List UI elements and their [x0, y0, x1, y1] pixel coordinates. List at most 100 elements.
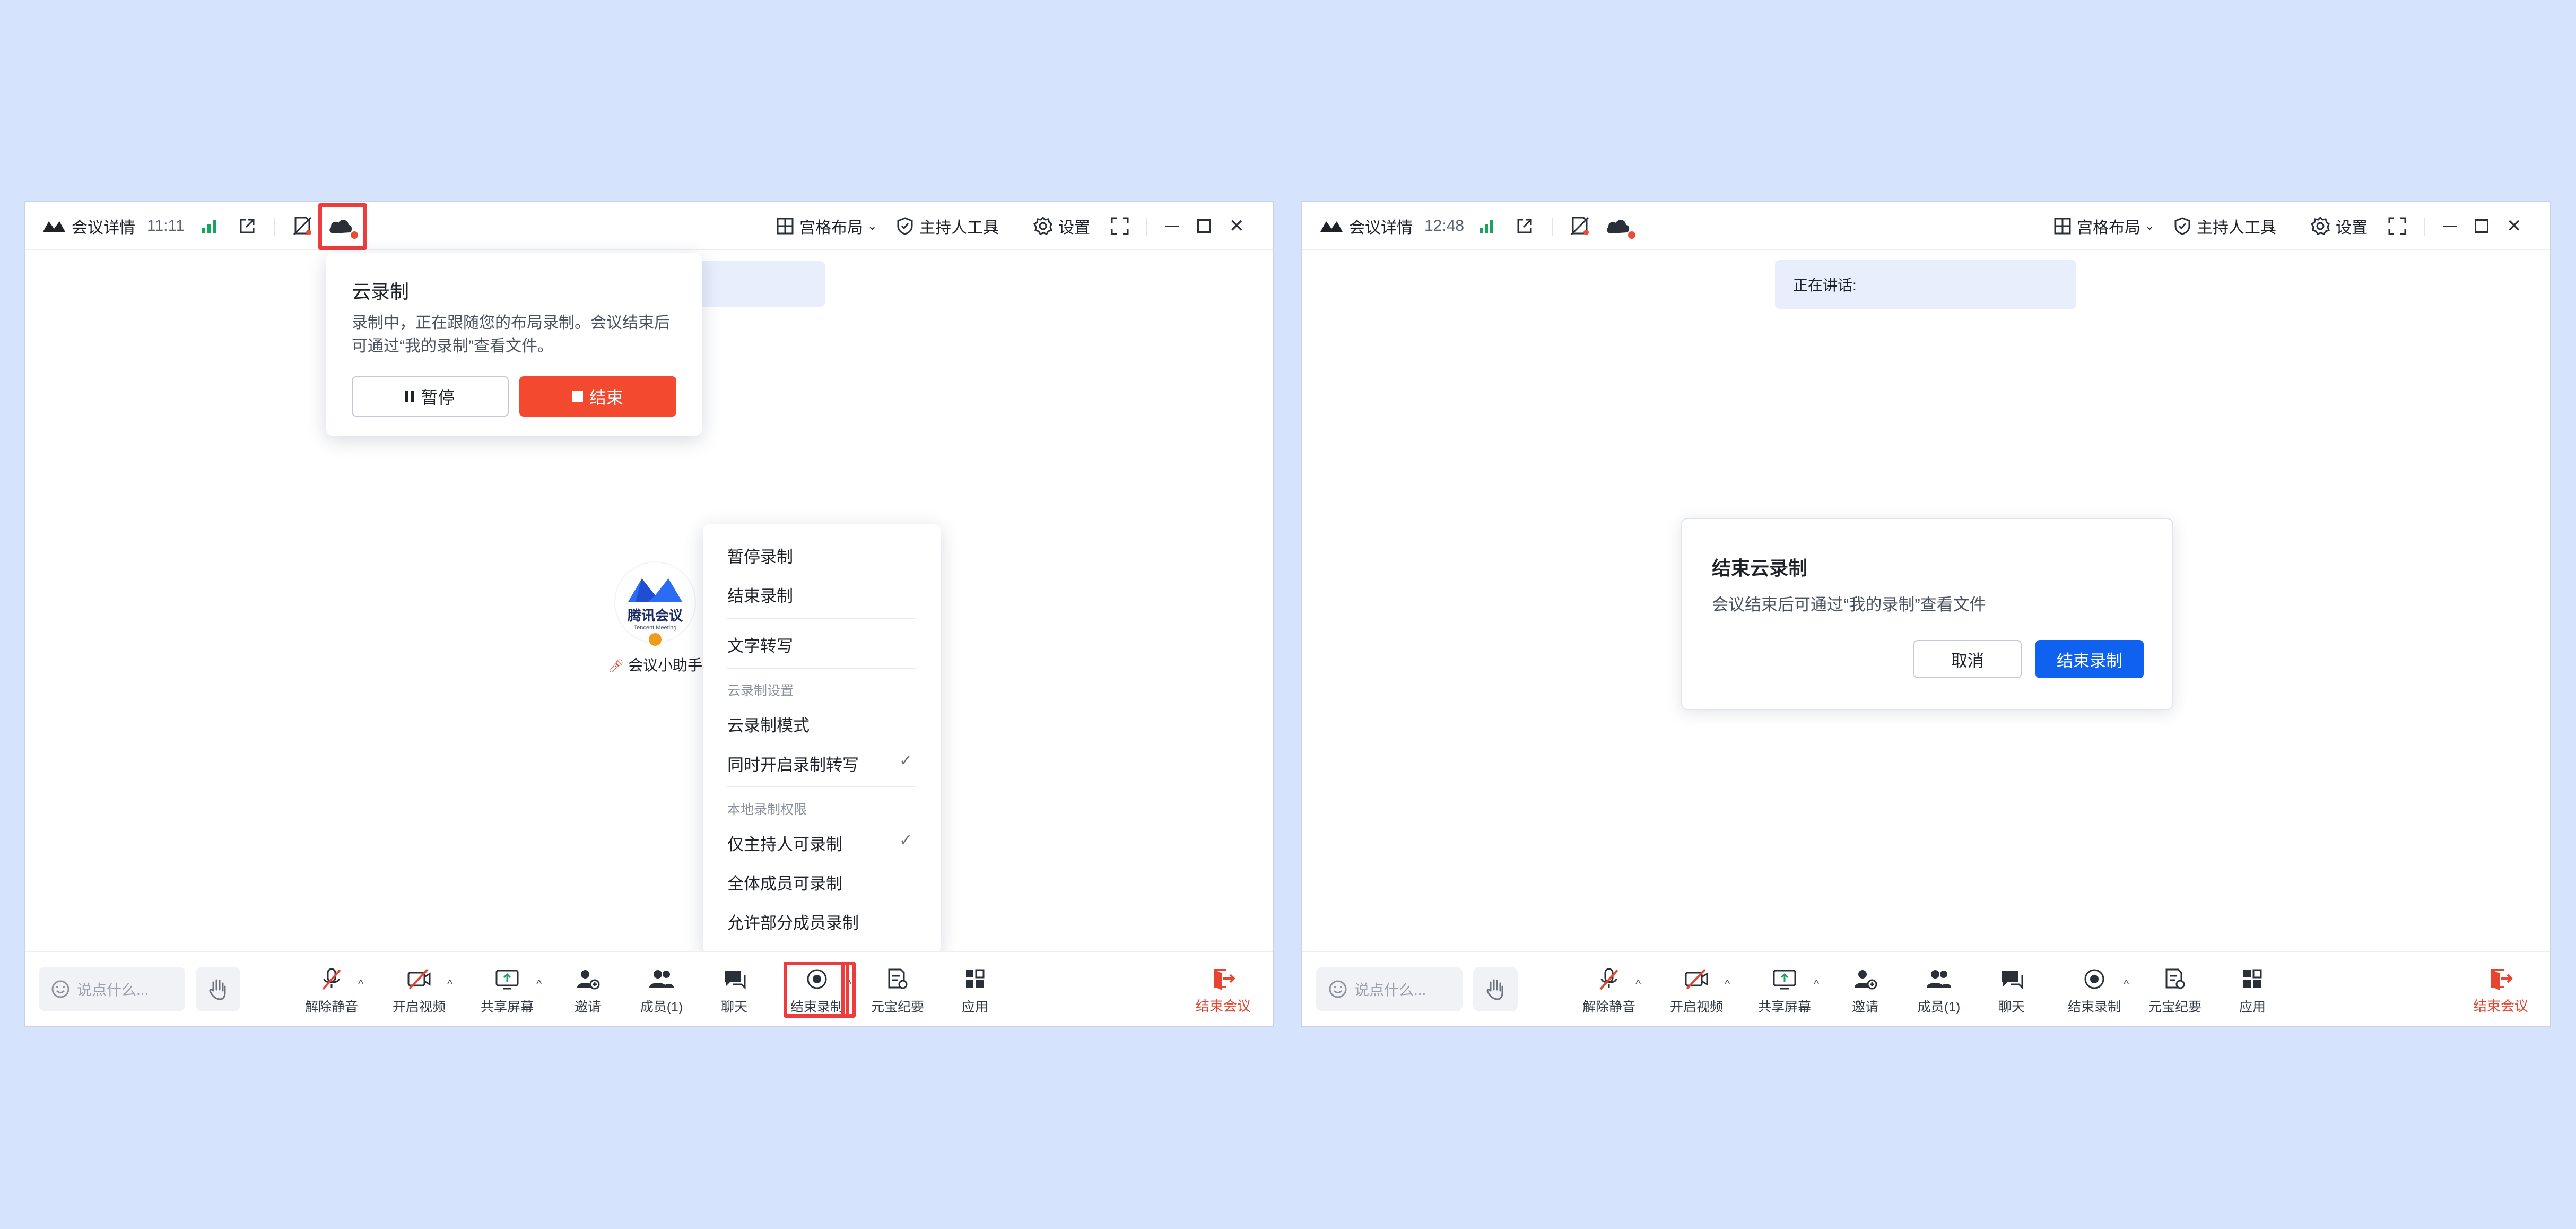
- grid-layout-icon: [2053, 202, 2072, 250]
- end-meeting-button[interactable]: 结束会议: [2461, 966, 2540, 1015]
- cloud-recording-highlight: [318, 203, 367, 250]
- close-icon[interactable]: ✕: [2507, 202, 2522, 250]
- chevron-down-icon: ⌄: [2267, 219, 2277, 232]
- cancel-button[interactable]: 取消: [1913, 640, 2022, 678]
- members-icon: [649, 970, 674, 988]
- apps-button[interactable]: 应用: [2213, 966, 2292, 1019]
- share-screen-icon: [1773, 970, 1796, 990]
- end-recording-button[interactable]: 结束录制: [2055, 966, 2134, 1019]
- raise-hand-button[interactable]: [196, 967, 240, 1011]
- chevron-up-icon[interactable]: ^: [358, 977, 363, 991]
- mic-muted-icon: 🎤︎: [607, 659, 624, 673]
- chevron-up-icon[interactable]: ^: [2124, 977, 2129, 991]
- raise-hand-button[interactable]: [1473, 967, 1518, 1011]
- meeting-window-right: 会议详情 12:48 宫格布局 ⌄ 主持人工具 ⌄ 设置 ✕ 正在讲话: 结束云…: [1301, 201, 2551, 1027]
- layout-dropdown[interactable]: 宫格布局: [799, 202, 863, 250]
- menu-allow-some[interactable]: 允许部分成员录制: [727, 910, 859, 933]
- end-recording-highlight: [784, 962, 849, 1018]
- menu-cloud-mode[interactable]: 云录制模式: [727, 712, 810, 736]
- exit-icon: [2491, 969, 2513, 990]
- notes-icon: [888, 968, 908, 989]
- chat-input[interactable]: 说点什么...: [39, 967, 185, 1011]
- chevron-up-icon[interactable]: ^: [1725, 977, 1730, 991]
- layout-dropdown[interactable]: 宫格布局: [2077, 202, 2140, 250]
- invite-button[interactable]: 邀请: [548, 966, 628, 1019]
- chevron-up-icon[interactable]: ^: [447, 977, 452, 991]
- external-link-icon[interactable]: [1516, 202, 1534, 250]
- network-signal-icon[interactable]: [202, 202, 218, 250]
- settings-button[interactable]: 设置: [2336, 202, 2368, 250]
- dialog-description: 会议结束后可通过“我的录制”查看文件: [1712, 595, 1986, 614]
- chat-icon: [725, 971, 746, 990]
- ai-minutes-button[interactable]: 元宝纪要: [2135, 966, 2215, 1019]
- grid-layout-icon: [776, 202, 794, 250]
- minimize-icon[interactable]: [2443, 202, 2457, 250]
- shield-icon: [2173, 202, 2191, 250]
- settings-button[interactable]: 设置: [1058, 202, 1090, 250]
- end-meeting-button[interactable]: 结束会议: [1183, 966, 1263, 1015]
- end-cloud-recording-dialog: 结束云录制 会议结束后可通过“我的录制”查看文件 取消 结束录制: [1681, 518, 2173, 710]
- members-button[interactable]: 成员(1): [622, 966, 701, 1019]
- dialog-title: 结束云录制: [1712, 557, 1808, 579]
- pause-recording-button[interactable]: 暂停: [352, 376, 509, 417]
- meeting-toolbar: 说点什么... 解除静音 ^ 开启视频 ^ 共享屏幕 ^ 邀请 成员(1) 聊天…: [25, 951, 1273, 1026]
- record-file-icon[interactable]: [1570, 202, 1591, 250]
- speaking-banner: 正在讲话:: [1775, 260, 2076, 309]
- menu-transcription[interactable]: 文字转写: [727, 633, 793, 656]
- share-screen-icon: [495, 970, 519, 990]
- apps-button[interactable]: 应用: [935, 966, 1015, 1019]
- host-tools-dropdown[interactable]: 主持人工具: [2197, 202, 2276, 250]
- meeting-info-link[interactable]: 会议详情: [1349, 202, 1413, 250]
- menu-sync-transcribe[interactable]: 同时开启录制转写: [727, 751, 859, 775]
- chat-button[interactable]: 聊天: [1972, 966, 2051, 1019]
- cloud-recording-icon[interactable]: [1604, 202, 1637, 250]
- record-stop-icon: [2084, 969, 2104, 989]
- menu-pause-recording[interactable]: 暂停录制: [727, 543, 793, 567]
- camera-off-icon: [1685, 968, 1708, 990]
- chevron-up-icon[interactable]: ^: [1635, 977, 1641, 991]
- host-tools-dropdown[interactable]: 主持人工具: [919, 202, 999, 250]
- menu-all-members[interactable]: 全体成员可录制: [727, 870, 842, 894]
- chevron-up-icon[interactable]: ^: [536, 977, 542, 991]
- menu-host-only[interactable]: 仅主持人可录制: [727, 831, 842, 855]
- minimize-icon[interactable]: [1165, 202, 1179, 250]
- external-link-icon[interactable]: [238, 202, 256, 250]
- chat-icon: [2002, 971, 2023, 990]
- ai-minutes-button[interactable]: 元宝纪要: [858, 966, 937, 1019]
- start-video-button[interactable]: 开启视频: [1657, 966, 1736, 1019]
- participant-name: 🎤︎ 会议小助手: [607, 657, 703, 673]
- chevron-down-icon: ⌄: [989, 219, 999, 232]
- tencent-meeting-logo-icon: [42, 202, 66, 250]
- share-screen-button[interactable]: 共享屏幕: [1745, 966, 1824, 1019]
- invite-button[interactable]: 邀请: [1825, 966, 1905, 1019]
- start-video-button[interactable]: 开启视频: [379, 966, 459, 1019]
- maximize-icon[interactable]: [1197, 202, 1211, 250]
- meeting-info-link[interactable]: 会议详情: [72, 202, 135, 250]
- share-screen-button[interactable]: 共享屏幕: [467, 966, 547, 1019]
- record-file-icon[interactable]: [292, 202, 314, 250]
- cloud-recording-popover: 云录制 录制中，正在跟随您的布局录制。会议结束后可通过“我的录制”查看文件。 暂…: [326, 253, 702, 436]
- confirm-end-recording-button[interactable]: 结束录制: [2035, 640, 2144, 678]
- participant-tile[interactable]: 腾讯会议 Tencent Meeting 🎤︎ 会议小助手: [606, 562, 704, 675]
- check-icon: ✓: [899, 832, 913, 849]
- fullscreen-icon[interactable]: [1110, 202, 1129, 250]
- unmute-button[interactable]: 解除静音: [292, 966, 371, 1019]
- chevron-up-icon[interactable]: ^: [1814, 977, 1819, 991]
- unmute-button[interactable]: 解除静音: [1569, 966, 1649, 1019]
- add-user-icon: [1855, 970, 1877, 990]
- mic-muted-icon: [322, 968, 341, 990]
- network-signal-icon[interactable]: [1480, 202, 1495, 250]
- popover-title: 云录制: [352, 281, 410, 302]
- fullscreen-icon[interactable]: [2388, 202, 2407, 250]
- maximize-icon[interactable]: [2475, 202, 2488, 250]
- popover-description: 录制中，正在跟随您的布局录制。会议结束后可通过“我的录制”查看文件。: [352, 314, 670, 355]
- chat-button[interactable]: 聊天: [694, 966, 774, 1019]
- members-button[interactable]: 成员(1): [1899, 966, 1979, 1019]
- gear-icon: [2310, 202, 2330, 250]
- menu-end-recording[interactable]: 结束录制: [727, 583, 793, 607]
- mic-muted-icon: [1599, 968, 1618, 990]
- avatar: 腾讯会议 Tencent Meeting: [615, 562, 695, 642]
- stop-recording-button[interactable]: 结束: [519, 376, 676, 417]
- chat-input[interactable]: 说点什么...: [1316, 967, 1463, 1011]
- close-icon[interactable]: ✕: [1229, 202, 1245, 250]
